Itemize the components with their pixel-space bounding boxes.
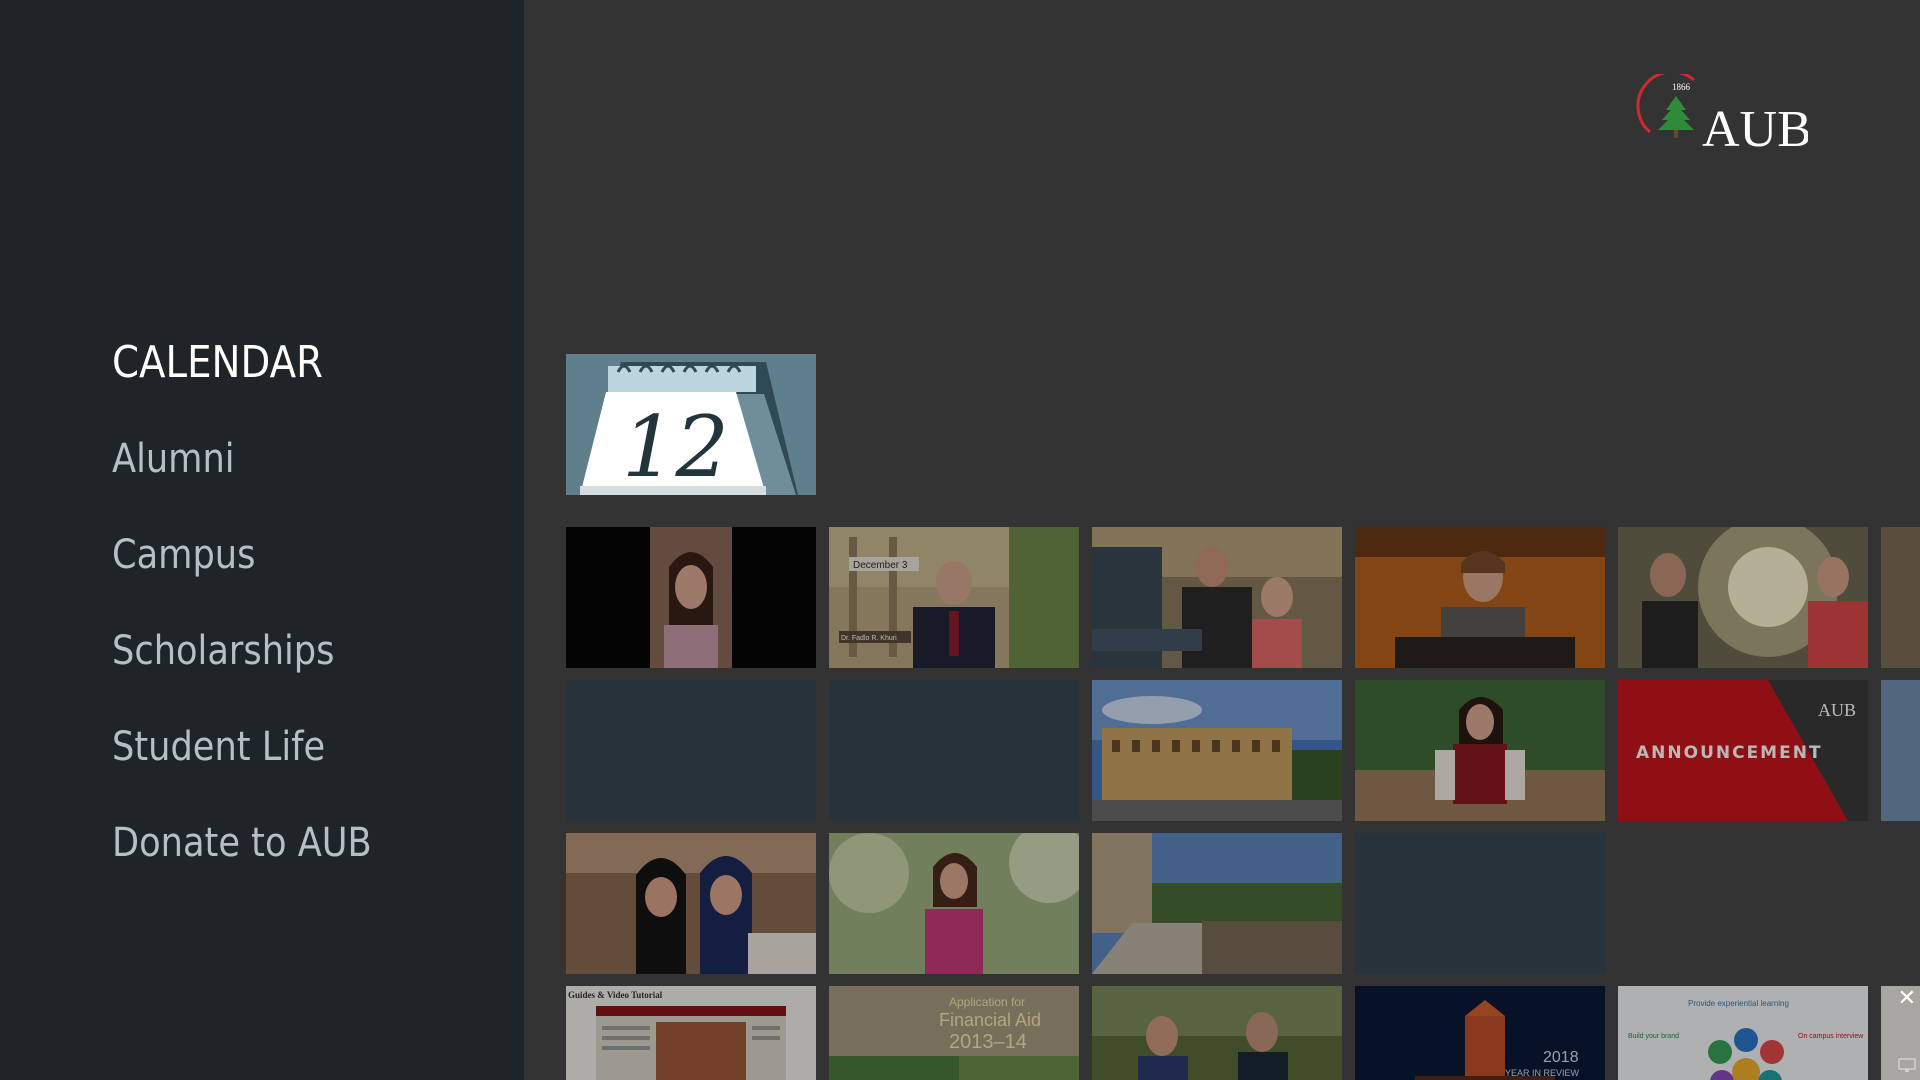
video-tile[interactable]	[829, 833, 1079, 974]
video-tile[interactable]	[1092, 527, 1342, 668]
video-tile[interactable]: Guides & Video Tutorial	[566, 986, 816, 1080]
video-tile[interactable]	[1618, 527, 1868, 668]
menu-item-campus[interactable]: Campus	[112, 522, 372, 618]
video-tile[interactable]	[1881, 527, 1920, 668]
content-area: 1866 AUB 12 December 3 Dr. Fadlo R. Khur…	[524, 0, 1920, 1080]
monitor-icon[interactable]	[1898, 1058, 1916, 1079]
calendar-tile[interactable]: 12	[566, 354, 816, 495]
tile-aid-line2: Financial Aid	[939, 1010, 1041, 1030]
aub-logo: 1866 AUB	[1632, 70, 1812, 158]
tile-learning-right: On campus interview	[1798, 1033, 1864, 1040]
tile-guides-title: Guides & Video Tutorial	[568, 990, 663, 1000]
category-menu: CALENDAR Alumni Campus Scholarships Stud…	[112, 330, 407, 906]
menu-item-donate[interactable]: Donate to AUB	[112, 810, 372, 906]
empty-tile[interactable]	[829, 680, 1079, 821]
menu-item-scholarships[interactable]: Scholarships	[112, 618, 372, 714]
menu-item-alumni[interactable]: Alumni	[112, 426, 372, 522]
tile-review-year: 2018	[1543, 1049, 1579, 1066]
announcement-label: ANNOUNCEMENT	[1636, 743, 1823, 763]
empty-tile[interactable]	[1355, 833, 1605, 974]
video-tile[interactable]	[566, 527, 816, 668]
tile-learning-title: Provide experiential learning	[1688, 999, 1789, 1008]
tile-date-label: December 3	[853, 560, 908, 571]
calendar-number: 12	[622, 398, 729, 495]
video-tile[interactable]: December 3 Dr. Fadlo R. Khuri	[829, 527, 1079, 668]
menu-item-student-life[interactable]: Student Life	[112, 714, 372, 810]
announcement-tile[interactable]: ANNOUNCEMENT AUB	[1618, 680, 1868, 821]
video-tile[interactable]	[1092, 680, 1342, 821]
tile-aub-logo: AUB	[1818, 700, 1856, 720]
tile-aid-line3: 2013–14	[949, 1031, 1027, 1053]
empty-tile[interactable]	[566, 680, 816, 821]
calendar-icon: 12	[580, 362, 798, 495]
video-tile[interactable]	[1355, 527, 1605, 668]
video-tile[interactable]: Provide experiential learning Build your …	[1618, 986, 1868, 1080]
close-icon[interactable]: ✕	[1898, 986, 1916, 1011]
video-tile[interactable]	[1092, 833, 1342, 974]
video-tile[interactable]	[1355, 680, 1605, 821]
video-tile[interactable]: 2018 YEAR IN REVIEW	[1355, 986, 1605, 1080]
video-tile[interactable]	[1092, 986, 1342, 1080]
video-tile[interactable]	[1881, 680, 1920, 821]
tile-aid-line1: Application for	[949, 995, 1025, 1009]
tile-review-label: YEAR IN REVIEW	[1505, 1068, 1580, 1078]
logo-year: 1866	[1672, 82, 1691, 92]
video-tile[interactable]: Application for Financial Aid 2013–14	[829, 986, 1079, 1080]
tile-learning-left: Build your brand	[1628, 1033, 1679, 1040]
menu-item-calendar[interactable]: CALENDAR	[112, 330, 372, 426]
logo-text: AUB	[1702, 101, 1808, 156]
tile-caption: Dr. Fadlo R. Khuri	[841, 635, 897, 642]
video-tile[interactable]	[566, 833, 816, 974]
cedar-tree-icon	[1658, 96, 1694, 138]
sidebar: CALENDAR Alumni Campus Scholarships Stud…	[0, 0, 524, 1080]
